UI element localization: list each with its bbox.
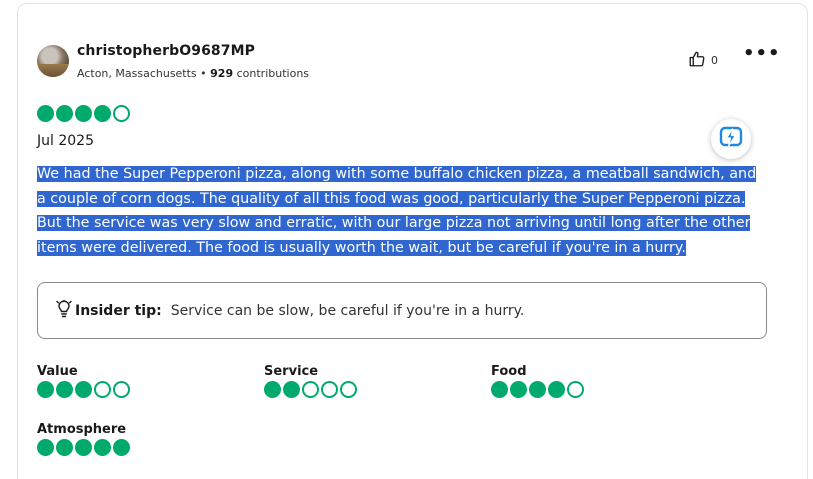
thumbs-up-icon (688, 50, 706, 71)
contributions-count: 929 (210, 67, 234, 80)
rating-bubble-filled (529, 381, 546, 398)
subrating-bubbles-value (37, 381, 130, 398)
more-options-button[interactable]: ••• (743, 45, 780, 68)
subrating-bubbles-atmosphere (37, 439, 130, 456)
lightbulb-icon (56, 298, 72, 322)
helpful-count: 0 (711, 54, 718, 67)
rating-bubble-filled (510, 381, 527, 398)
rating-bubble-empty (567, 381, 584, 398)
lightning-bolt-icon (718, 124, 744, 154)
subrating-label-service: Service (264, 364, 319, 379)
helpful-button[interactable]: 0 (688, 50, 718, 71)
insider-tip-label: Insider tip: (75, 302, 162, 319)
rating-bubble-filled (75, 439, 92, 456)
subrating-label-atmosphere: Atmosphere (37, 422, 127, 437)
ai-assist-button[interactable] (711, 119, 751, 159)
rating-bubble-filled (37, 439, 54, 456)
avatar[interactable] (37, 45, 69, 77)
insider-tip-box: Insider tip: Service can be slow, be car… (37, 282, 767, 339)
rating-bubble-filled (491, 381, 508, 398)
reviewer-meta: Acton, Massachusetts • 929 contributions (77, 67, 309, 80)
rating-bubble-empty (113, 381, 130, 398)
rating-bubble-filled (283, 381, 300, 398)
rating-bubble-filled (113, 439, 130, 456)
rating-bubble-empty (113, 105, 130, 122)
rating-bubble-empty (340, 381, 357, 398)
more-dots-icon: ••• (743, 43, 781, 64)
rating-bubble-filled (94, 439, 111, 456)
subrating-bubbles-service (264, 381, 357, 398)
rating-bubble-filled (264, 381, 281, 398)
review-date: Jul 2025 (37, 133, 94, 149)
rating-bubble-filled (56, 381, 73, 398)
rating-bubble-filled (75, 105, 92, 122)
rating-bubble-filled (75, 381, 92, 398)
rating-bubble-filled (548, 381, 565, 398)
meta-separator: • (196, 67, 211, 80)
contributions-label: contributions (233, 67, 310, 80)
rating-bubble-filled (37, 105, 54, 122)
rating-bubble-filled (56, 439, 73, 456)
rating-bubbles (37, 105, 130, 122)
rating-bubble-empty (302, 381, 319, 398)
reviewer-location: Acton, Massachusetts (77, 67, 197, 80)
rating-bubble-empty (321, 381, 338, 398)
subrating-label-food: Food (491, 364, 527, 379)
reviewer-username[interactable]: christopherbO9687MP (77, 43, 255, 59)
subrating-label-value: Value (37, 364, 78, 379)
rating-bubble-filled (56, 105, 73, 122)
review-body: We had the Super Pepperoni pizza, along … (37, 162, 767, 260)
review-text: We had the Super Pepperoni pizza, along … (37, 166, 757, 256)
rating-bubble-empty (94, 381, 111, 398)
rating-bubble-filled (37, 381, 54, 398)
rating-bubble-filled (94, 105, 111, 122)
insider-tip-text: Service can be slow, be careful if you'r… (170, 302, 525, 319)
subrating-bubbles-food (491, 381, 584, 398)
